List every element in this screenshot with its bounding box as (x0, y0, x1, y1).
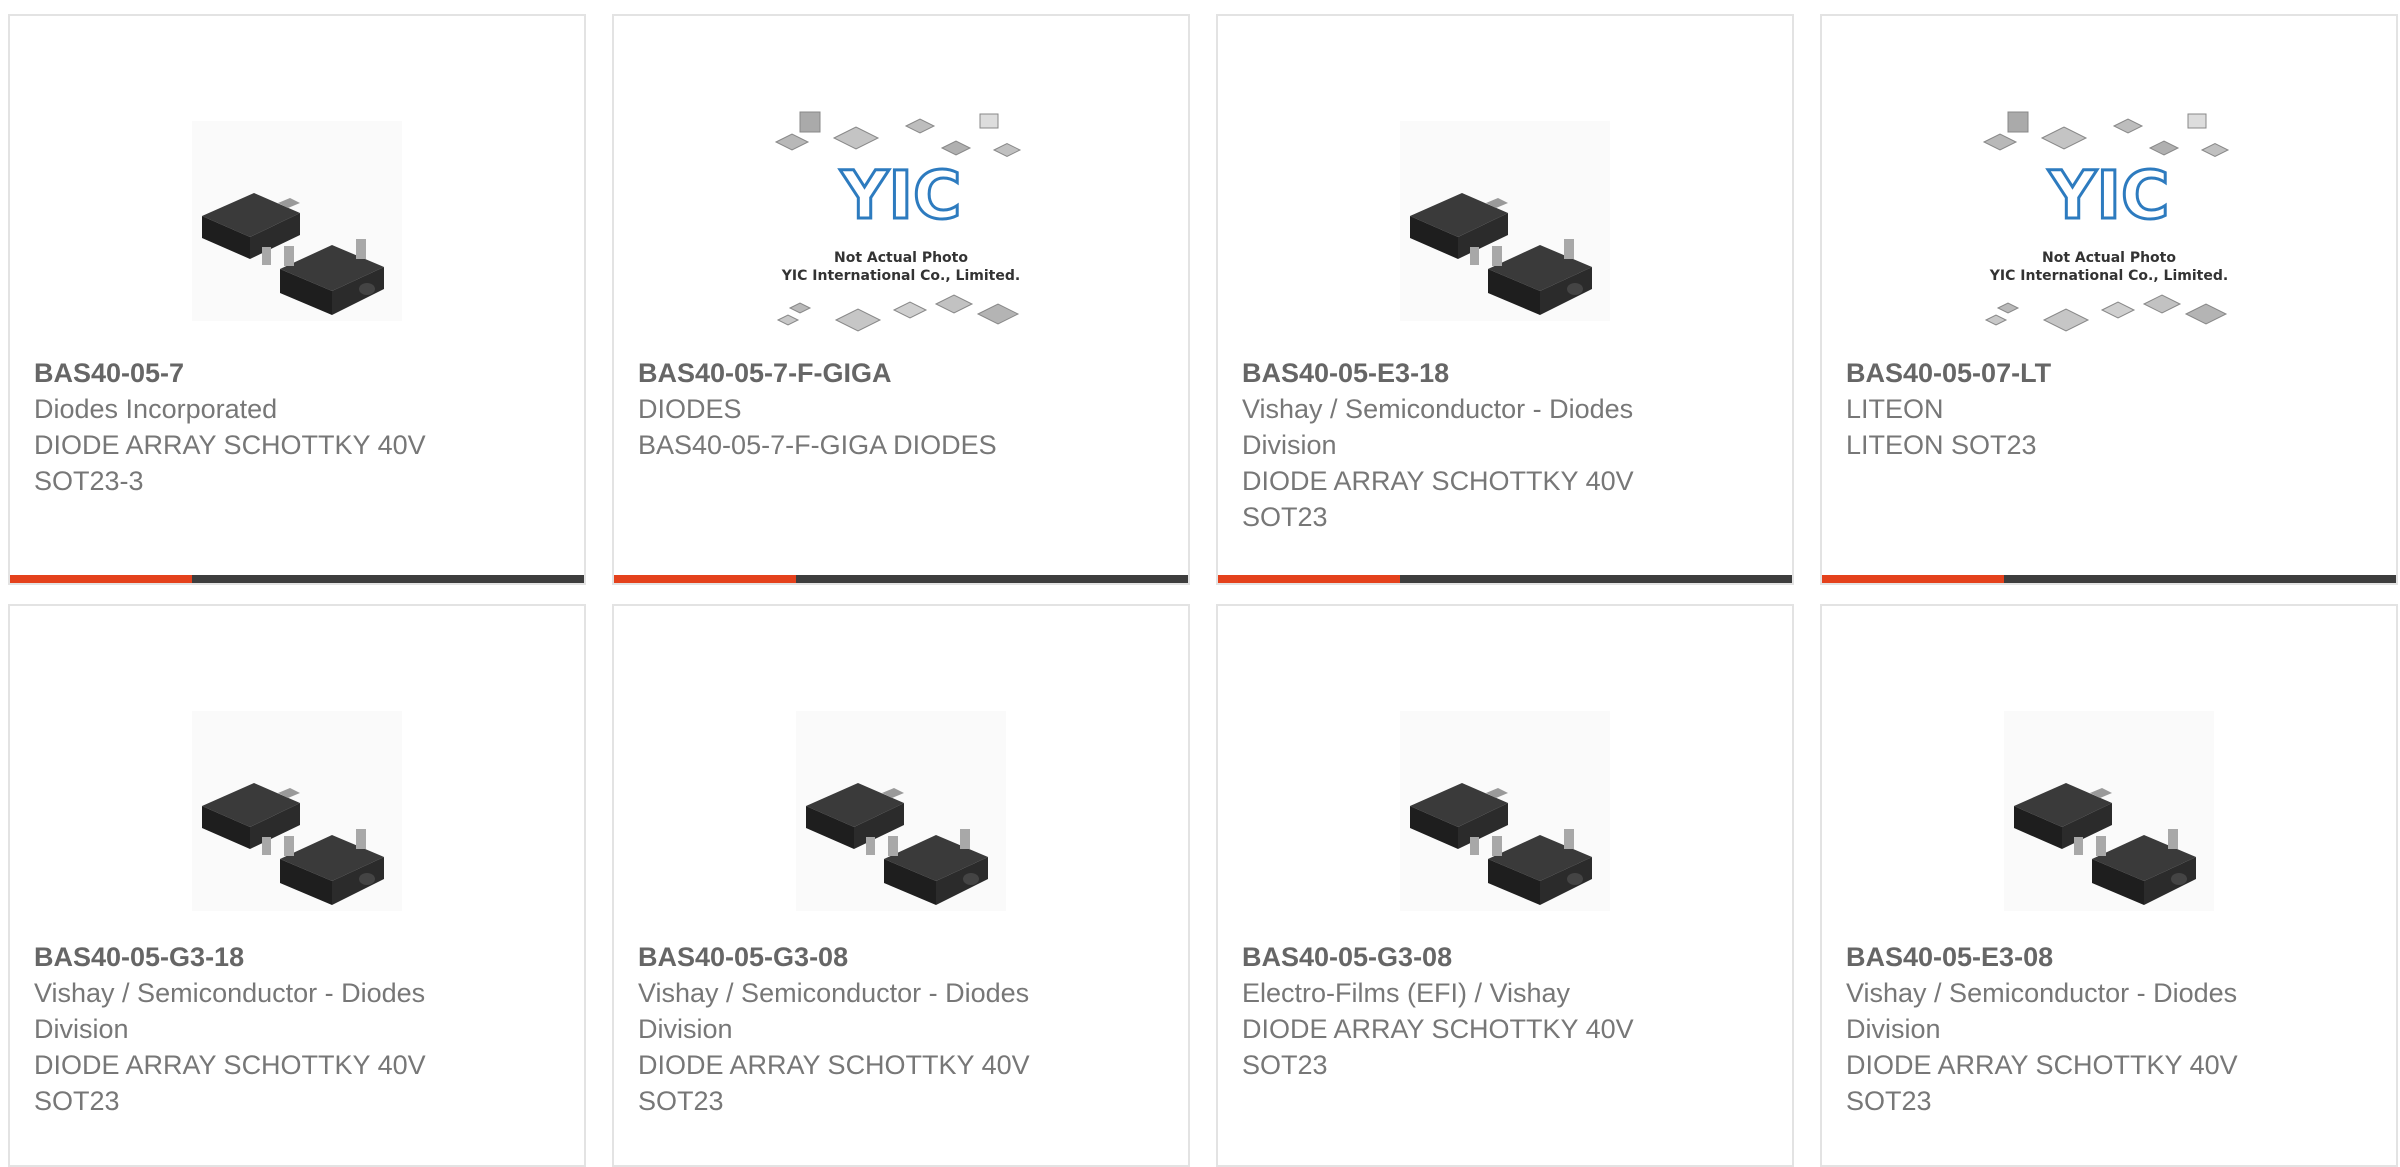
description: DIODE ARRAY SCHOTTKY 40V SOT23 (1242, 1014, 1634, 1080)
placeholder-note: Not Actual Photo (834, 250, 968, 266)
manufacturer: Vishay / Semiconductor - Diodes Division (638, 978, 1030, 1044)
part-number-link[interactable]: BAS40-05-G3-08 (638, 939, 1164, 975)
placeholder-company: YIC International Co., Limited. (1989, 268, 2228, 284)
product-info: BAS40-05-E3-08 Vishay / Semiconductor - … (1846, 939, 2372, 1119)
manufacturer: Vishay / Semiconductor - Diodes Division (1242, 394, 1634, 460)
accent-bar (10, 575, 192, 583)
sot23-chip-illustration (2004, 710, 2214, 911)
product-info: BAS40-05-G3-18 Vishay / Semiconductor - … (34, 939, 560, 1119)
product-card[interactable]: YIC Not Actual Photo YIC International C… (612, 14, 1190, 585)
card-bottom-bar (1822, 575, 2396, 583)
part-number-link[interactable]: BAS40-05-7-F-GIGA (638, 355, 1164, 391)
manufacturer: Vishay / Semiconductor - Diodes Division (1846, 978, 2238, 1044)
product-info: BAS40-05-7 Diodes Incorporated DIODE ARR… (34, 355, 560, 499)
product-info: BAS40-05-G3-08 Vishay / Semiconductor - … (638, 939, 1164, 1119)
product-card[interactable]: BAS40-05-E3-18 Vishay / Semiconductor - … (1216, 14, 1794, 585)
description: DIODE ARRAY SCHOTTKY 40V SOT23 (638, 1050, 1030, 1116)
card-bottom-bar (614, 575, 1188, 583)
product-image[interactable] (10, 78, 584, 363)
placeholder-note: Not Actual Photo (2042, 250, 2176, 266)
sot23-chip-illustration (192, 120, 402, 321)
product-info: BAS40-05-G3-08 Electro-Films (EFI) / Vis… (1242, 939, 1768, 1083)
sot23-chip-illustration (796, 710, 1006, 911)
part-number-link[interactable]: BAS40-05-E3-18 (1242, 355, 1768, 391)
manufacturer: Vishay / Semiconductor - Diodes Division (34, 978, 426, 1044)
sot23-chip-illustration (1400, 710, 1610, 911)
description: BAS40-05-7-F-GIGA DIODES (638, 430, 997, 460)
part-number-link[interactable]: BAS40-05-E3-08 (1846, 939, 2372, 975)
placeholder-company: YIC International Co., Limited. (781, 268, 1020, 284)
manufacturer: DIODES (638, 394, 742, 424)
product-image[interactable] (1218, 78, 1792, 363)
product-image[interactable] (10, 668, 584, 953)
manufacturer: LITEON (1846, 394, 1944, 424)
product-card[interactable]: BAS40-05-G3-18 Vishay / Semiconductor - … (8, 604, 586, 1167)
part-number-link[interactable]: BAS40-05-7 (34, 355, 560, 391)
part-number-link[interactable]: BAS40-05-G3-18 (34, 939, 560, 975)
description: DIODE ARRAY SCHOTTKY 40V SOT23-3 (34, 430, 426, 496)
product-info: BAS40-05-E3-18 Vishay / Semiconductor - … (1242, 355, 1768, 535)
manufacturer: Electro-Films (EFI) / Vishay (1242, 978, 1571, 1008)
yic-logo: YIC (2048, 157, 2170, 234)
product-info: BAS40-05-7-F-GIGA DIODES BAS40-05-7-F-GI… (638, 355, 1164, 463)
product-card[interactable]: BAS40-05-E3-08 Vishay / Semiconductor - … (1820, 604, 2398, 1167)
part-number-link[interactable]: BAS40-05-07-LT (1846, 355, 2372, 391)
accent-bar (1218, 575, 1400, 583)
product-image[interactable] (1218, 668, 1792, 953)
product-card[interactable]: BAS40-05-G3-08 Electro-Films (EFI) / Vis… (1216, 604, 1794, 1167)
product-image[interactable] (614, 668, 1188, 953)
product-card[interactable]: YIC Not Actual Photo YIC International C… (1820, 14, 2398, 585)
product-card[interactable]: BAS40-05-7 Diodes Incorporated DIODE ARR… (8, 14, 586, 585)
yic-logo: YIC (840, 157, 962, 234)
product-card[interactable]: BAS40-05-G3-08 Vishay / Semiconductor - … (612, 604, 1190, 1167)
accent-bar (614, 575, 796, 583)
manufacturer: Diodes Incorporated (34, 394, 278, 424)
description: LITEON SOT23 (1846, 430, 2037, 460)
card-bottom-bar (1218, 575, 1792, 583)
sot23-chip-illustration (192, 710, 402, 911)
description: DIODE ARRAY SCHOTTKY 40V SOT23 (1242, 466, 1634, 532)
product-image[interactable] (1822, 668, 2396, 953)
description: DIODE ARRAY SCHOTTKY 40V SOT23 (34, 1050, 426, 1116)
product-info: BAS40-05-07-LT LITEON LITEON SOT23 (1846, 355, 2372, 463)
accent-bar (1822, 575, 2004, 583)
yic-placeholder-illustration: YIC Not Actual Photo YIC International C… (1982, 111, 2230, 332)
description: DIODE ARRAY SCHOTTKY 40V SOT23 (1846, 1050, 2238, 1116)
yic-placeholder-illustration: YIC Not Actual Photo YIC International C… (774, 111, 1022, 332)
sot23-chip-illustration (1400, 120, 1610, 321)
product-image[interactable]: YIC Not Actual Photo YIC International C… (614, 78, 1188, 363)
product-image[interactable]: YIC Not Actual Photo YIC International C… (1822, 78, 2396, 363)
part-number-link[interactable]: BAS40-05-G3-08 (1242, 939, 1768, 975)
card-bottom-bar (10, 575, 584, 583)
